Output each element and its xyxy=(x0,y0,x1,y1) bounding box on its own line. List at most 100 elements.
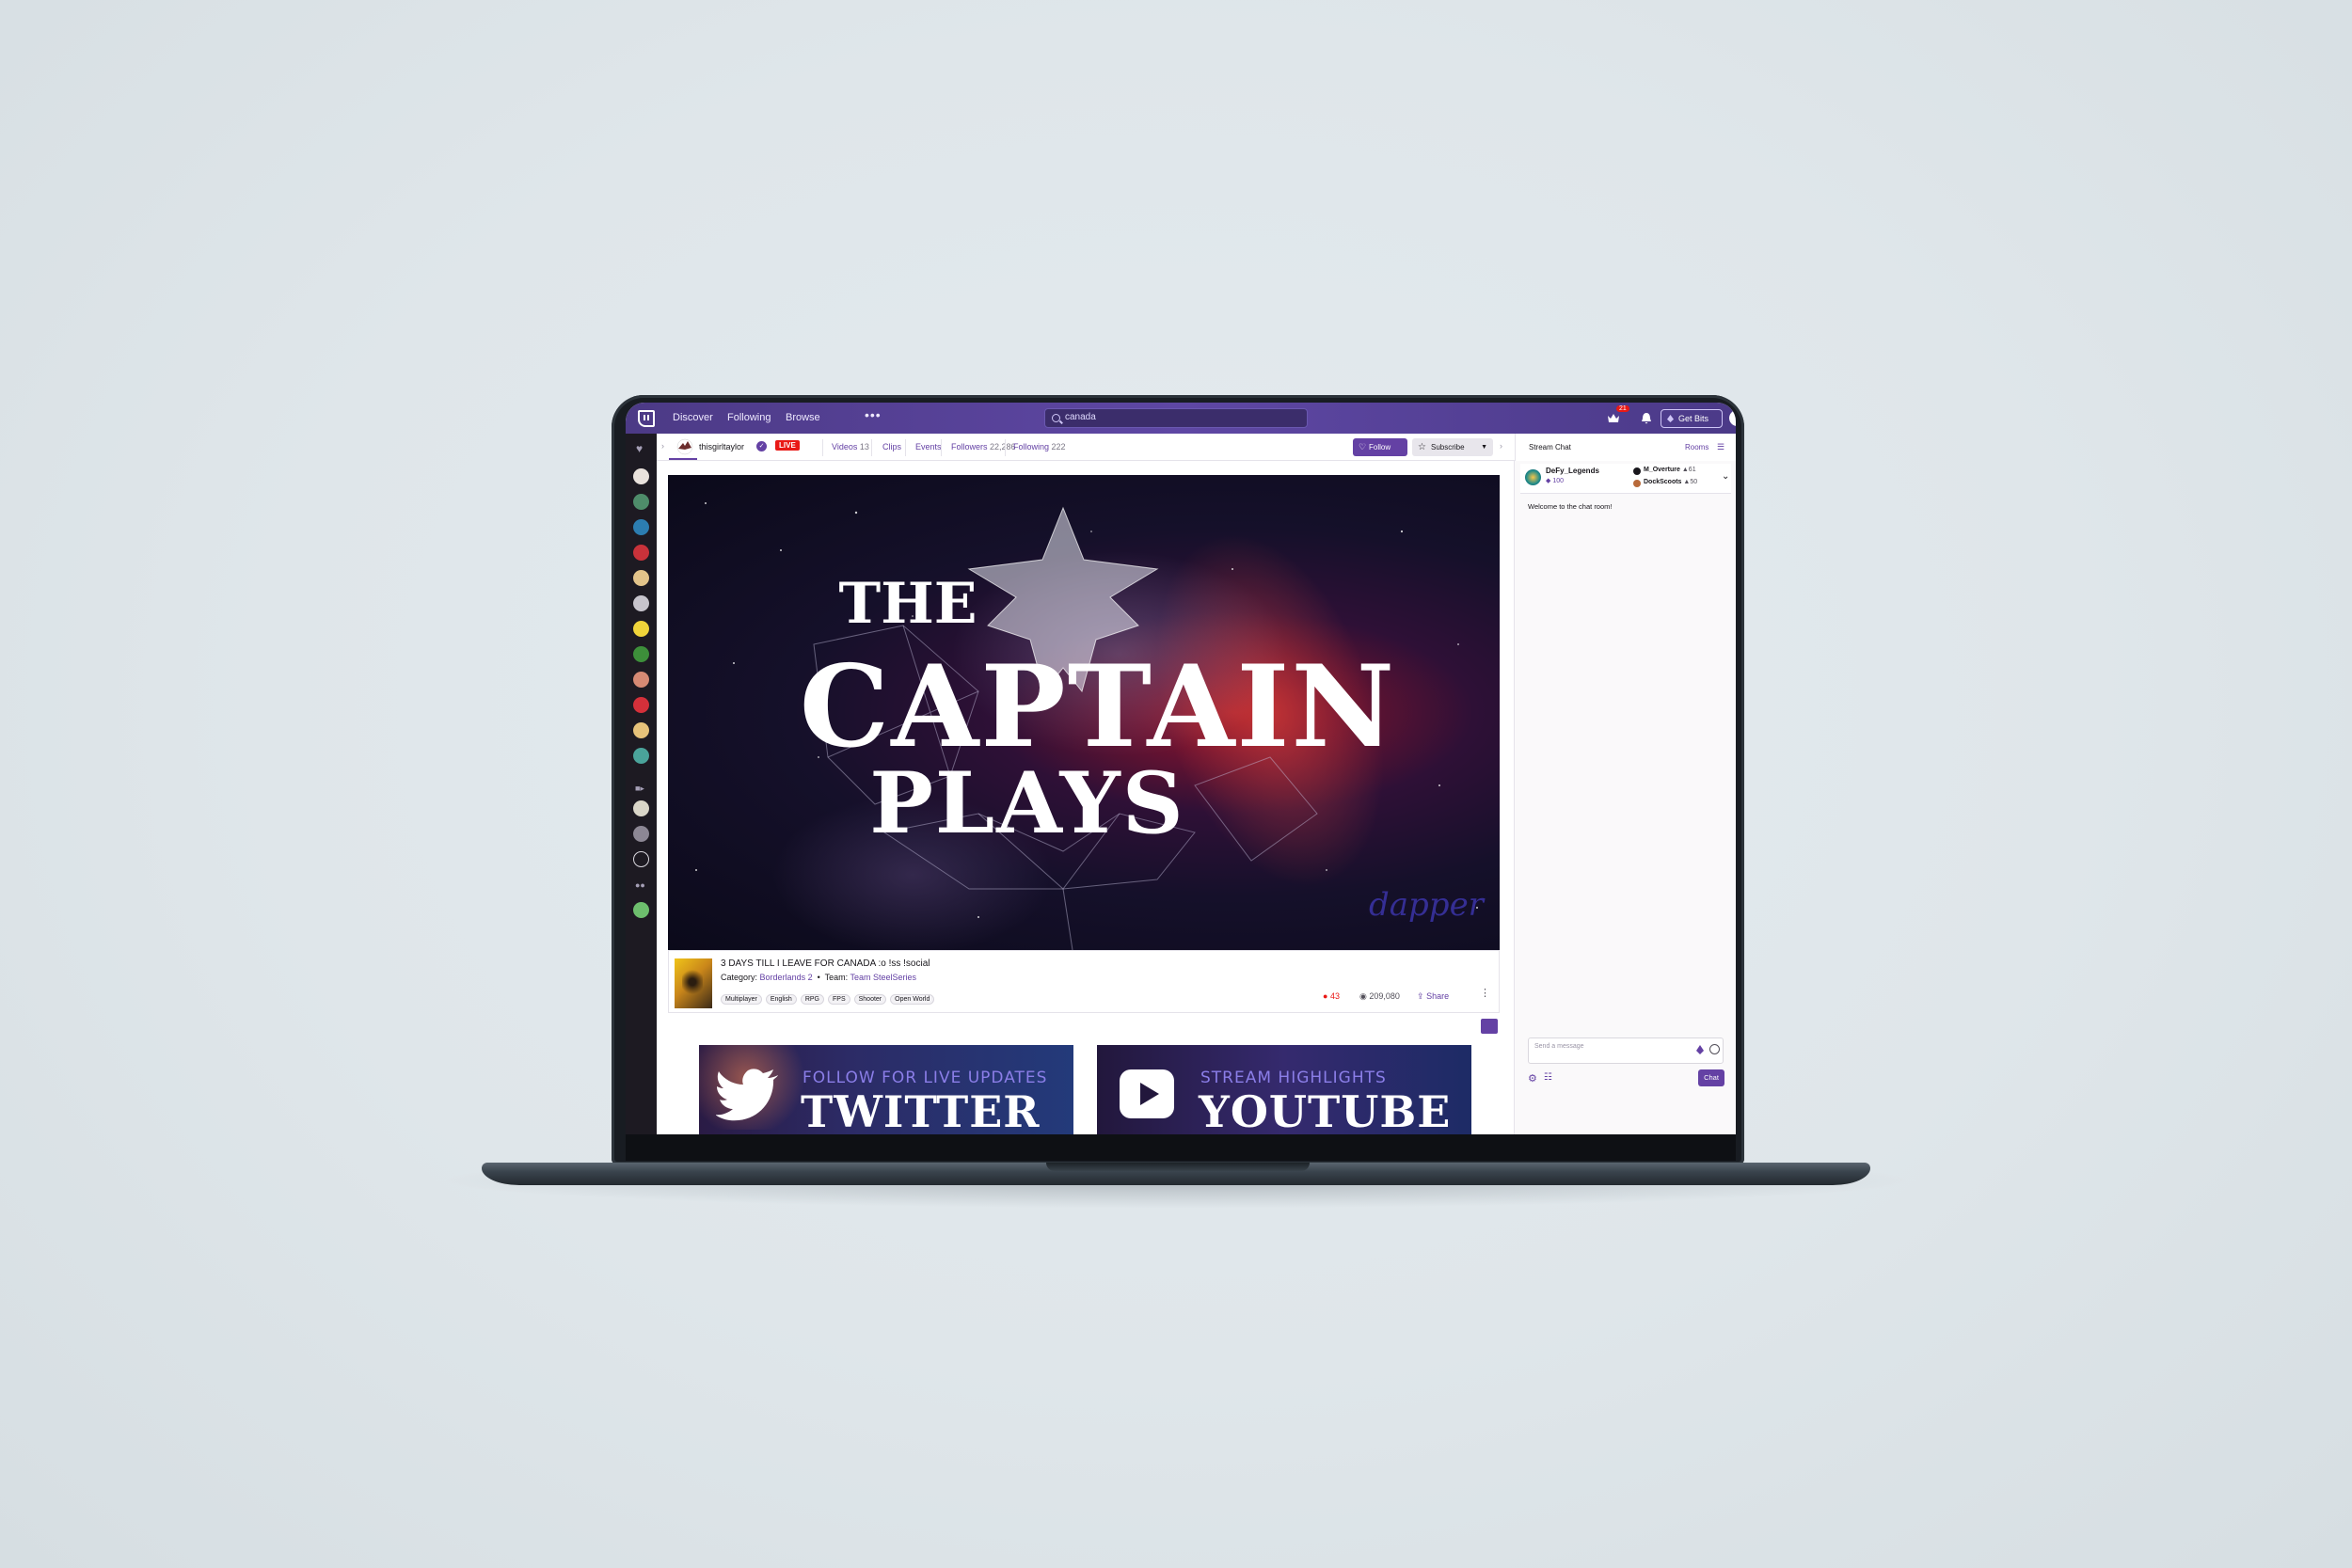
followed-channel-avatar[interactable] xyxy=(633,748,649,764)
panel-subtitle: FOLLOW FOR LIVE UPDATES xyxy=(803,1069,1048,1087)
live-badge: LIVE xyxy=(775,440,800,451)
followed-channel-avatar[interactable] xyxy=(633,468,649,484)
tag[interactable]: Multiplayer xyxy=(721,994,762,1005)
search-input[interactable]: canada xyxy=(1044,408,1308,428)
video-player[interactable]: THE CAPTAIN PLAYS dapper xyxy=(668,475,1500,950)
rooms-icon[interactable]: ☰ xyxy=(1717,442,1724,452)
leader-bits: ▲61 xyxy=(1681,467,1696,473)
subscribe-button[interactable]: ☆ Subscribe ▼ xyxy=(1412,438,1493,456)
youtube-panel[interactable]: STREAM HIGHLIGHTS YOUTUBE xyxy=(1097,1045,1471,1134)
followed-channel-avatar[interactable] xyxy=(633,697,649,713)
chat-input[interactable]: Send a message xyxy=(1528,1037,1724,1064)
category-link[interactable]: Borderlands 2 xyxy=(760,973,813,982)
followed-channel-avatar[interactable] xyxy=(633,800,649,816)
youtube-play-icon xyxy=(1120,1069,1174,1118)
leader-name[interactable]: DeFy_Legends xyxy=(1546,467,1599,475)
followed-channel-avatar[interactable] xyxy=(633,621,649,637)
tab-followers[interactable]: Followers 22,286 xyxy=(951,442,1016,451)
channel-name[interactable]: thisgirltaylor xyxy=(699,442,744,451)
chat-title: Stream Chat xyxy=(1529,443,1571,451)
screen: Discover Following Browse ••• canada 21 … xyxy=(626,403,1736,1134)
nav-discover[interactable]: Discover xyxy=(673,412,713,423)
leader-avatar[interactable] xyxy=(1633,467,1641,475)
tab-label: Videos xyxy=(832,442,858,451)
tab-label: Followers xyxy=(951,442,988,451)
followed-channel-avatar[interactable] xyxy=(633,545,649,561)
rooms-button[interactable]: Rooms xyxy=(1685,443,1708,451)
leader-bits-value: 100 xyxy=(1552,478,1565,484)
nav-following[interactable]: Following xyxy=(727,412,771,423)
tab-following[interactable]: Following 222 xyxy=(1013,442,1066,451)
follow-button[interactable]: ♡ Follow xyxy=(1353,438,1407,456)
subscribe-label: Subscribe xyxy=(1431,443,1465,451)
leader-avatar[interactable] xyxy=(1525,469,1541,485)
chevron-down-icon[interactable]: ⌄ xyxy=(1722,471,1729,482)
active-tab-indicator xyxy=(669,458,697,460)
bell-icon[interactable] xyxy=(1641,412,1652,424)
team-link[interactable]: Team SteelSeries xyxy=(850,973,916,982)
leader-row: M_Overture ▲61 xyxy=(1644,467,1696,473)
emoji-icon[interactable] xyxy=(1709,1044,1720,1054)
follow-label: Follow xyxy=(1369,443,1391,451)
tag[interactable]: Shooter xyxy=(853,994,887,1005)
gear-icon[interactable]: ⚙ xyxy=(1528,1072,1537,1085)
eye-icon: ◉ xyxy=(1359,991,1367,1001)
viewer-list-icon[interactable]: ☷ xyxy=(1544,1072,1552,1083)
tab-clips[interactable]: Clips xyxy=(882,442,901,451)
divider xyxy=(941,439,942,456)
followed-channel-avatar[interactable] xyxy=(633,851,649,867)
tag[interactable]: FPS xyxy=(828,994,850,1005)
nav-browse[interactable]: Browse xyxy=(786,412,820,423)
divider xyxy=(1005,439,1006,456)
chat-send-button[interactable]: Chat xyxy=(1698,1069,1724,1086)
stream-info: 3 DAYS TILL I LEAVE FOR CANADA :o !ss !s… xyxy=(668,950,1500,1013)
followed-channel-avatar[interactable] xyxy=(633,646,649,662)
followed-channel-avatar[interactable] xyxy=(633,722,649,738)
share-button[interactable]: ⇪ Share xyxy=(1417,991,1449,1002)
more-options-icon[interactable]: ⋮ xyxy=(1480,987,1490,999)
share-label: Share xyxy=(1426,991,1450,1001)
tag[interactable]: English xyxy=(765,994,797,1005)
leader-row: DockScoots ▲50 xyxy=(1644,479,1697,485)
search-value: canada xyxy=(1065,412,1096,422)
followed-channel-avatar[interactable] xyxy=(633,672,649,688)
team-label: Team: xyxy=(824,973,849,982)
bits-icon[interactable] xyxy=(1696,1045,1704,1054)
leader-avatar[interactable] xyxy=(1633,480,1641,487)
overlay-line-3: PLAYS xyxy=(869,753,1185,853)
collapse-sidebar-icon[interactable]: › xyxy=(661,441,664,451)
tag[interactable]: RPG xyxy=(800,994,824,1005)
twitter-panel[interactable]: FOLLOW FOR LIVE UPDATES TWITTER xyxy=(699,1045,1073,1134)
leader-name[interactable]: DockScoots xyxy=(1644,479,1681,485)
tab-count: 222 xyxy=(1051,442,1066,451)
tab-videos[interactable]: Videos 13 xyxy=(832,442,869,451)
channel-avatar[interactable] xyxy=(676,438,693,455)
chat-bubble-icon[interactable] xyxy=(1481,1019,1498,1034)
prime-crown-icon[interactable] xyxy=(1607,413,1620,423)
tab-count: 13 xyxy=(859,442,869,451)
collapse-chat-icon[interactable]: › xyxy=(1500,441,1502,451)
panel-subtitle: STREAM HIGHLIGHTS xyxy=(1200,1069,1387,1087)
followed-channel-avatar[interactable] xyxy=(633,570,649,586)
followed-channel-avatar[interactable] xyxy=(633,519,649,535)
chat-input-placeholder: Send a message xyxy=(1534,1043,1584,1050)
tab-events[interactable]: Events xyxy=(915,442,942,451)
stream-category-line: Category: Borderlands 2 • Team: Team Ste… xyxy=(721,973,916,982)
get-bits-button[interactable]: Get Bits xyxy=(1661,409,1723,428)
divider xyxy=(871,439,872,456)
more-icon[interactable]: ••• xyxy=(865,407,882,422)
followed-channel-avatar[interactable] xyxy=(633,494,649,510)
followed-channel-avatar[interactable] xyxy=(633,902,649,918)
panel-title: TWITTER xyxy=(801,1086,1041,1134)
viewer-count: ● 43 xyxy=(1323,991,1340,1001)
bits-icon: ◆ xyxy=(1546,478,1551,484)
followed-channel-avatar[interactable] xyxy=(633,595,649,611)
leader-name[interactable]: M_Overture xyxy=(1644,467,1680,473)
followed-channel-avatar[interactable] xyxy=(633,826,649,842)
twitch-logo-icon[interactable] xyxy=(638,410,655,427)
heart-icon[interactable]: ♥ xyxy=(636,442,643,455)
tag[interactable]: Open World xyxy=(890,994,935,1005)
leader-bits-value: 50 xyxy=(1690,479,1698,485)
game-box-art[interactable] xyxy=(675,958,712,1008)
user-avatar[interactable] xyxy=(1729,410,1736,426)
